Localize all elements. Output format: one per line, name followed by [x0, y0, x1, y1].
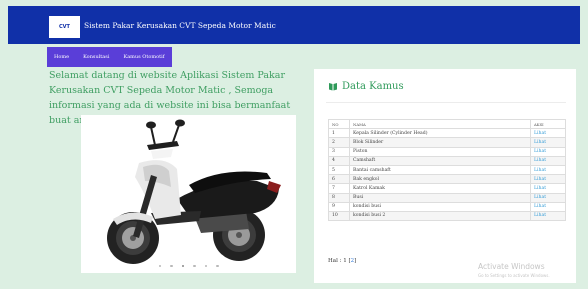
lihat-link[interactable]: Lihat [530, 128, 566, 139]
book-icon [329, 83, 337, 91]
table-row: 9 kondisi busi Lihat [328, 201, 566, 212]
carousel-dot-active[interactable] [181, 264, 184, 267]
cell-no: 4 [328, 155, 350, 166]
cell-nama: Kepala Silinder (Cylinder Head) [349, 128, 531, 139]
table-row: 3 Piston Lihat [328, 146, 566, 157]
lihat-link[interactable]: Lihat [530, 192, 566, 203]
pagination: Hal : 1 [2] [328, 258, 356, 264]
table-row: 1 Kepala Silinder (Cylinder Head) Lihat [328, 128, 566, 139]
cell-no: 2 [328, 137, 350, 148]
cell-nama: Bantai camshaft [349, 164, 531, 176]
watermark-line1: Activate Windows [478, 262, 545, 271]
watermark-line2: Go to Settings to activate Windows. [478, 273, 550, 278]
lihat-link[interactable]: Lihat [530, 146, 566, 157]
cell-no: 7 [328, 183, 350, 194]
lihat-link[interactable]: Lihat [530, 174, 566, 185]
pager-current: 1 [343, 258, 347, 264]
table-row: 5 Bantai camshaft Lihat [328, 164, 566, 176]
cell-no: 5 [328, 164, 350, 176]
image-carousel[interactable] [81, 115, 296, 273]
cell-nama: Bak engkol [349, 174, 531, 185]
cell-nama: Piston [349, 146, 531, 157]
table-header-row: NO NAMA AKSI [328, 118, 566, 130]
carousel-dot[interactable] [216, 264, 219, 267]
cell-no: 8 [328, 192, 350, 203]
cell-nama: kondisi busi 2 [349, 210, 531, 222]
kamus-panel-title: Data Kamus [328, 81, 404, 92]
scooter-image [107, 119, 281, 264]
carousel-dot[interactable] [158, 264, 161, 267]
table-row: 7 Katrol Kamak Lihat [328, 183, 566, 194]
cell-no: 3 [328, 146, 350, 157]
windows-activation-watermark: Activate Windows Go to Settings to activ… [478, 262, 550, 278]
kamus-title: Data Kamus [342, 81, 404, 92]
nav-item-home[interactable]: Home [47, 54, 76, 60]
lihat-link[interactable]: Lihat [530, 164, 566, 176]
carousel-dot[interactable] [204, 264, 207, 267]
nav-item-kamus-otomotif[interactable]: Kamus Otomotif [116, 54, 171, 60]
table-row: 10 kondisi busi 2 Lihat [328, 210, 566, 222]
cell-no: 1 [328, 128, 350, 139]
col-nama: NAMA [349, 118, 531, 130]
app-title: Sistem Pakar Kerusakan CVT Sepeda Motor … [84, 21, 276, 30]
app-logo[interactable]: CVT [49, 16, 80, 38]
lihat-link[interactable]: Lihat [530, 155, 566, 166]
lihat-link[interactable]: Lihat [530, 137, 566, 148]
cell-nama: kondisi busi [349, 201, 531, 212]
lihat-link[interactable]: Lihat [530, 210, 566, 222]
pager-bracket: ] [354, 258, 357, 264]
col-aksi: AKSI [530, 118, 566, 130]
table-row: 8 Busi Lihat [328, 192, 566, 203]
col-no: NO [328, 118, 350, 130]
main-nav: Home Konsultasi Kamus Otomotif [47, 47, 172, 67]
table-row: 2 Blok Silinder Lihat [328, 137, 566, 148]
cell-no: 9 [328, 201, 350, 212]
carousel-dot[interactable] [193, 264, 196, 267]
pager-label: Hal : [328, 258, 342, 264]
nav-item-konsultasi[interactable]: Konsultasi [76, 54, 116, 60]
carousel-indicators [81, 264, 296, 267]
table-row: 6 Bak engkol Lihat [328, 174, 566, 185]
lihat-link[interactable]: Lihat [530, 183, 566, 194]
cell-no: 6 [328, 174, 350, 185]
cell-nama: Camshaft [349, 155, 531, 166]
panel-divider [326, 102, 566, 103]
carousel-dot[interactable] [170, 264, 173, 267]
cell-no: 10 [328, 210, 350, 222]
lihat-link[interactable]: Lihat [530, 201, 566, 212]
table-row: 4 Camshaft Lihat [328, 155, 566, 166]
kamus-table: NO NAMA AKSI 1 Kepala Silinder (Cylinder … [328, 118, 566, 222]
top-header: CVT Sistem Pakar Kerusakan CVT Sepeda Mo… [8, 6, 580, 44]
cell-nama: Busi [349, 192, 531, 203]
cell-nama: Blok Silinder [349, 137, 531, 148]
cell-nama: Katrol Kamak [349, 183, 531, 194]
